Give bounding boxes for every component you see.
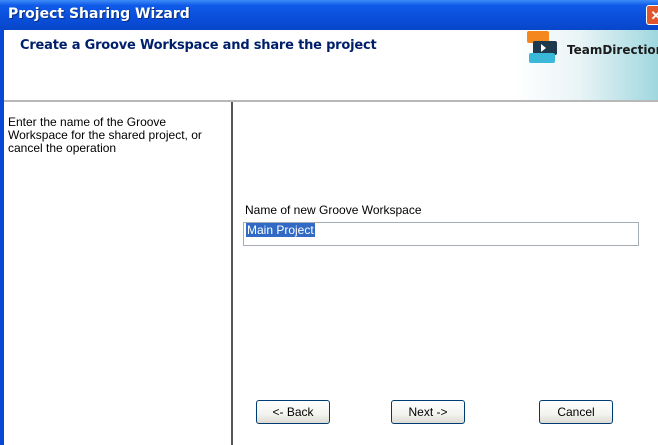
title-bar[interactable]: Project Sharing Wizard ✕ [0, 0, 658, 30]
workspace-name-label: Name of new Groove Workspace [245, 203, 422, 217]
instructions-text: Enter the name of the Groove Workspace f… [8, 115, 202, 155]
window-title: Project Sharing Wizard [8, 6, 190, 22]
workspace-name-value: Main Project [246, 223, 315, 237]
form-pane: Name of new Groove Workspace Main Projec… [233, 102, 658, 445]
instructions-pane: Enter the name of the Groove Workspace f… [4, 102, 233, 445]
logo-text: TeamDirection [567, 43, 658, 57]
close-icon: ✕ [650, 8, 658, 23]
back-button[interactable]: <- Back [256, 400, 330, 424]
cancel-button[interactable]: Cancel [539, 400, 613, 424]
next-button[interactable]: Next -> [391, 400, 465, 424]
teamdirection-logo-icon [527, 31, 557, 63]
page-title: Create a Groove Workspace and share the … [20, 38, 377, 53]
workspace-name-input[interactable]: Main Project [243, 222, 639, 246]
teamdirection-logo: TeamDirection [527, 29, 658, 65]
close-button[interactable]: ✕ [646, 5, 658, 25]
